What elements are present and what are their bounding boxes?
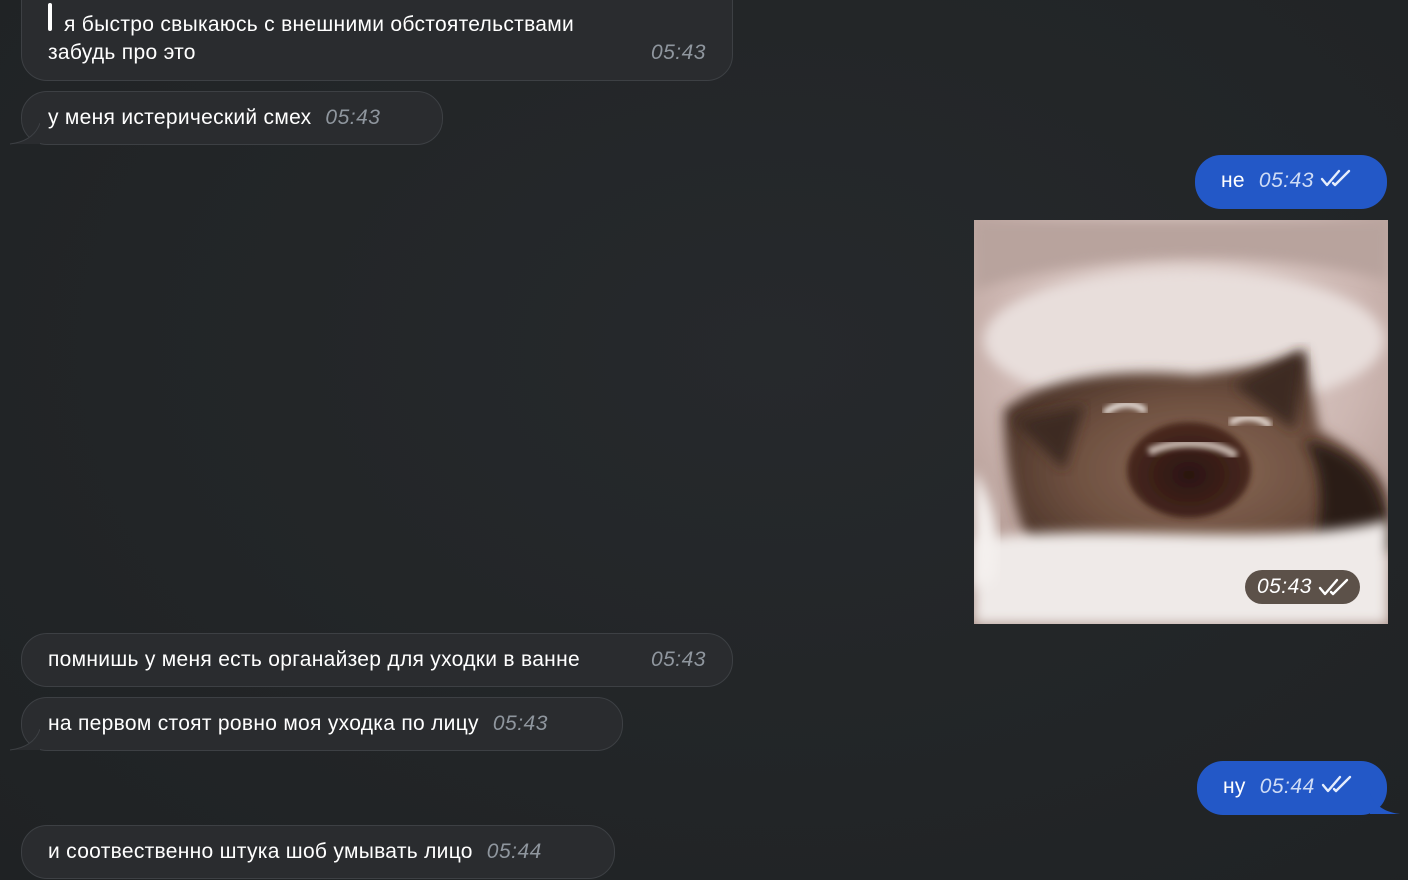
photo-timestamp: 05:43 [1244, 570, 1360, 604]
message-time: 05:43 [650, 648, 706, 671]
message-text: забудь про это [48, 41, 196, 64]
incoming-message-bubble[interactable]: помнишь у меня есть органайзер для уходк… [21, 633, 733, 687]
message-text: на первом стоят ровно моя уходка по лицу [48, 712, 479, 735]
outgoing-message-bubble[interactable]: ну 05:44 [1197, 761, 1400, 815]
message-text: ну [1223, 775, 1246, 798]
reply-quote[interactable]: я быстро свыкаюсь с внешними обстоятельс… [48, 3, 706, 37]
message-time: 05:43 [492, 712, 548, 735]
message-time: 05:43 [1258, 169, 1314, 192]
crying-cat-image [974, 220, 1388, 624]
message-time: 05:43 [1256, 575, 1312, 598]
message-time: 05:43 [650, 41, 706, 64]
message-text: у меня истерический смех [48, 106, 312, 129]
message-text: и соотвественно штука шоб умывать лицо [48, 840, 473, 863]
incoming-message-bubble[interactable]: у меня истерический смех 05:43 [10, 91, 443, 145]
bubble-tail [10, 729, 40, 751]
double-check-icon [1320, 169, 1351, 187]
bubble-tail [10, 123, 40, 145]
quoted-text: я быстро свыкаюсь с внешними обстоятельс… [64, 13, 575, 36]
photo-message[interactable]: 05:43 [974, 220, 1388, 624]
message-text: не [1221, 169, 1245, 192]
incoming-message-bubble[interactable]: и соотвественно штука шоб умывать лицо 0… [21, 825, 615, 879]
double-check-icon [1318, 578, 1349, 596]
incoming-message-bubble[interactable]: я быстро свыкаюсь с внешними обстоятельс… [21, 0, 733, 81]
chat-area: я быстро свыкаюсь с внешними обстоятельс… [0, 0, 1408, 880]
message-time: 05:43 [325, 106, 381, 129]
message-time: 05:44 [1259, 775, 1315, 798]
message-time: 05:44 [486, 840, 542, 863]
outgoing-message-bubble[interactable]: не 05:43 [1195, 155, 1387, 209]
quote-bar [48, 3, 52, 31]
double-check-icon [1321, 775, 1351, 793]
bubble-tail [1370, 793, 1400, 814]
incoming-message-bubble[interactable]: на первом стоят ровно моя уходка по лицу… [10, 697, 623, 751]
message-text: помнишь у меня есть органайзер для уходк… [48, 648, 580, 671]
